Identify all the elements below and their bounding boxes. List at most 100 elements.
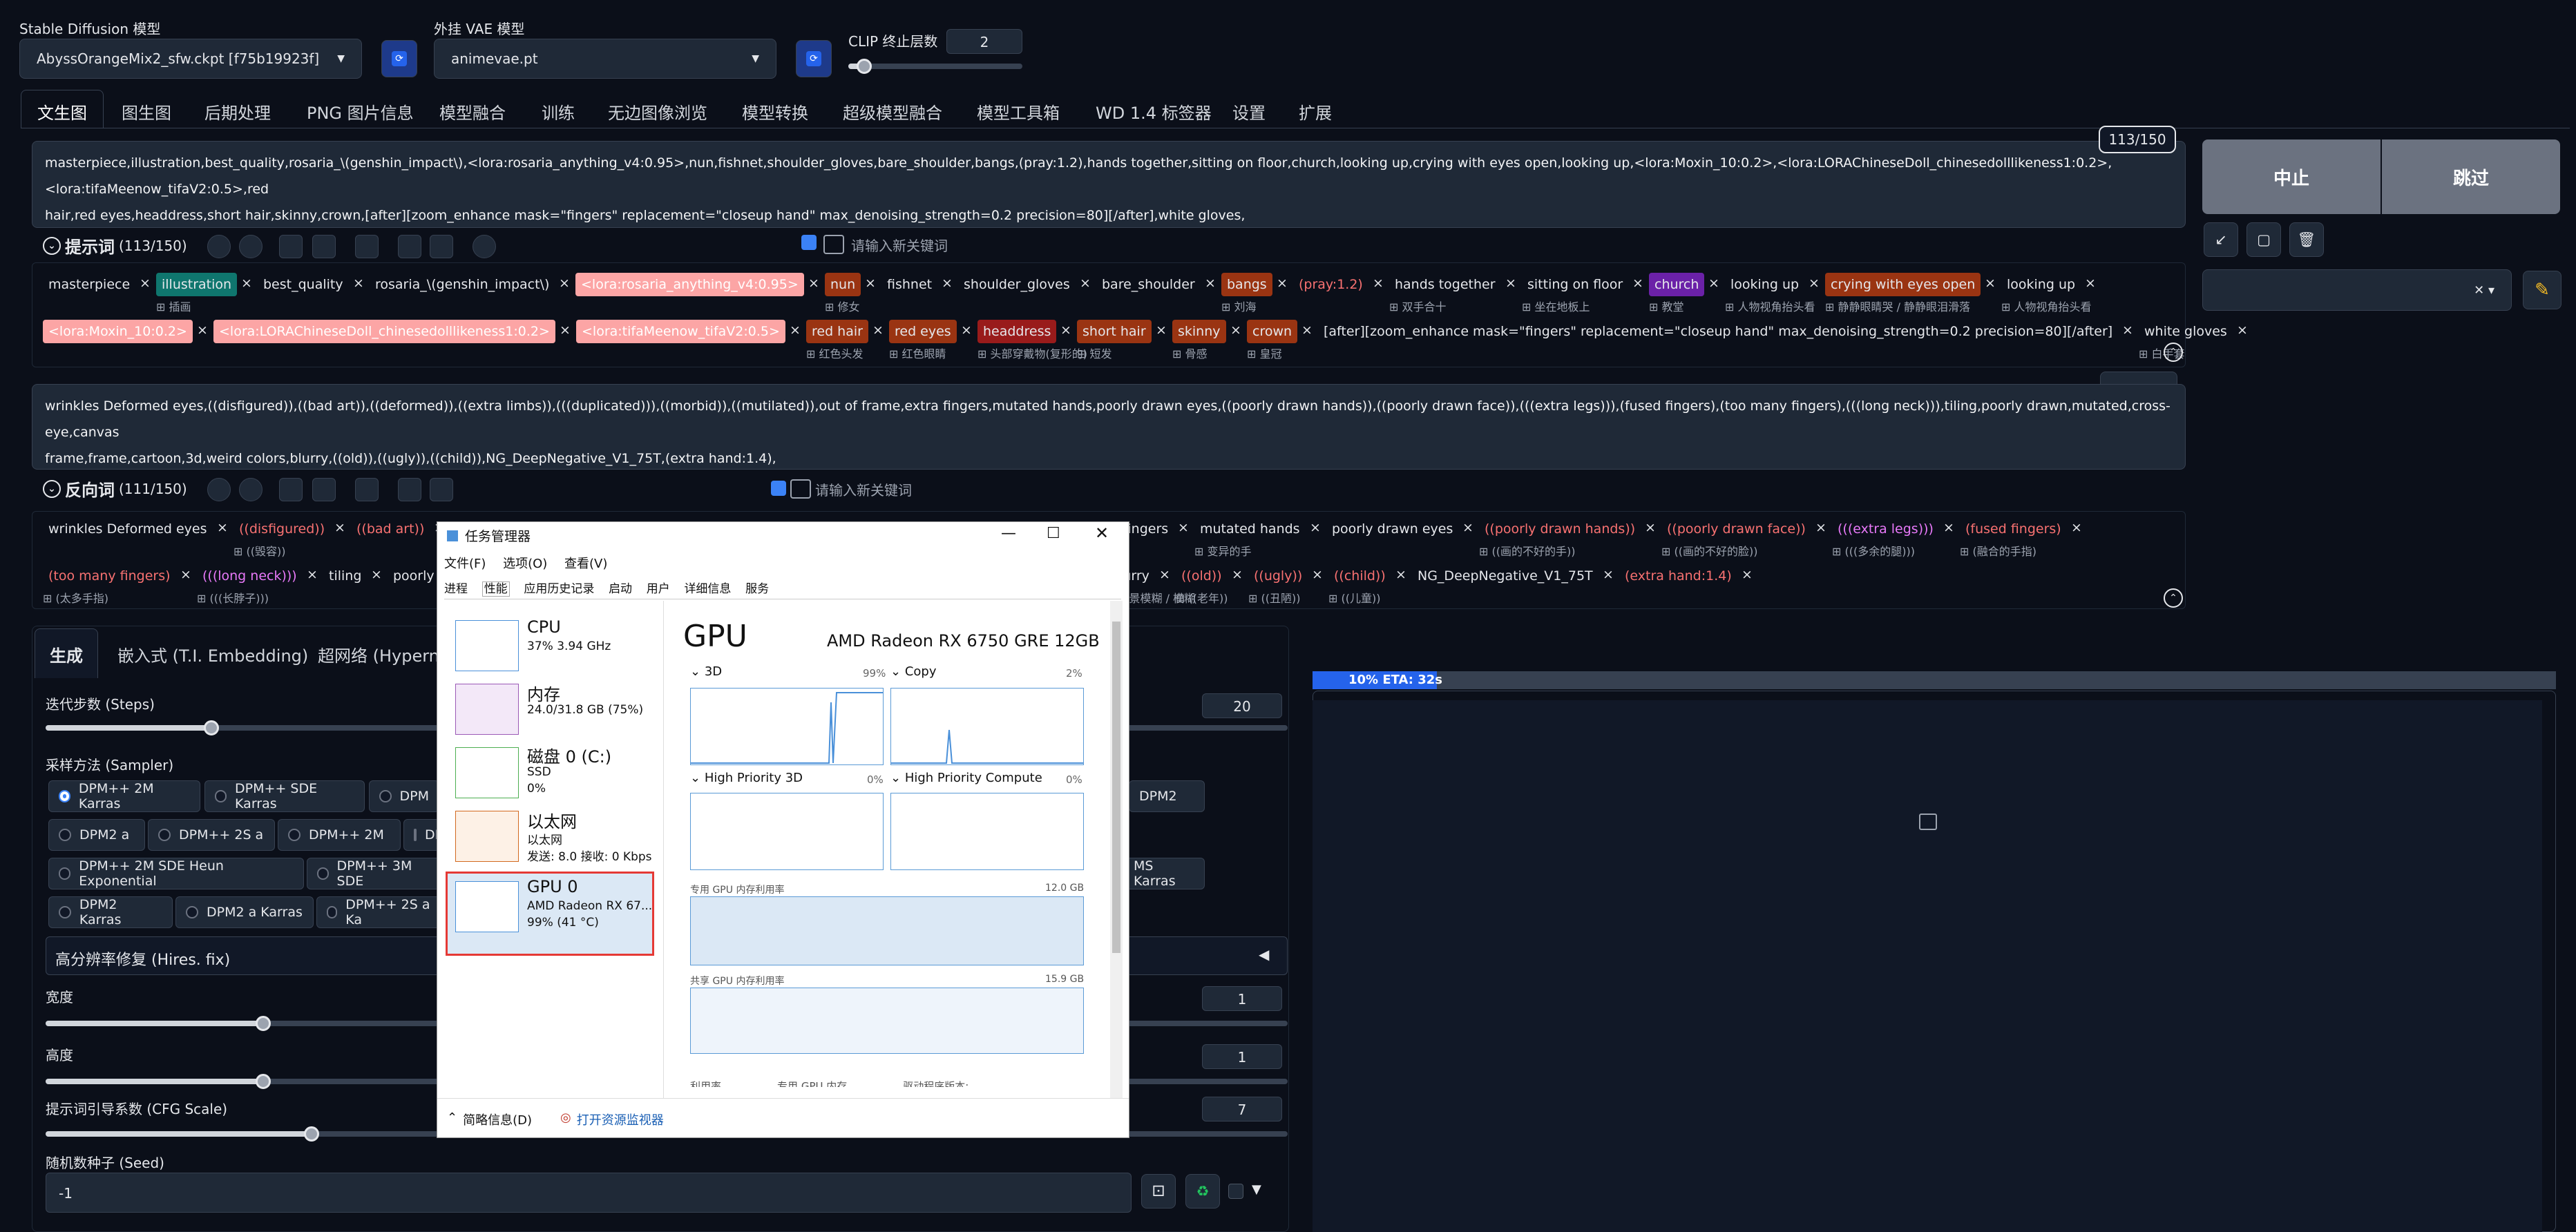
- clip-skip-input[interactable]: 2: [946, 29, 1022, 54]
- keyword-chip[interactable]: <lora:rosaria_anything_v4:0.95>: [575, 273, 804, 296]
- palette-icon[interactable]: [207, 478, 231, 501]
- keyword-chip[interactable]: church: [1649, 273, 1705, 296]
- collection-icon[interactable]: [355, 478, 379, 501]
- keyword-chip[interactable]: bare_shoulder: [1096, 273, 1201, 296]
- keyword-chip[interactable]: NG_DeepNegative_V1_75T: [1412, 564, 1599, 588]
- tm-scrollbar-thumb[interactable]: [1112, 622, 1120, 953]
- remove-chip-icon[interactable]: ×: [371, 567, 382, 582]
- steps-input[interactable]: 20: [1202, 693, 1282, 718]
- steps-knob[interactable]: [204, 720, 219, 735]
- keyword-chip[interactable]: wrinkles Deformed eyes: [43, 517, 213, 541]
- recycle-icon[interactable]: ♻: [1185, 1174, 1220, 1209]
- remove-chip-icon[interactable]: ×: [353, 276, 364, 291]
- settings-icon[interactable]: [473, 235, 496, 258]
- copy-icon[interactable]: [398, 235, 421, 258]
- remove-chip-icon[interactable]: ×: [140, 276, 151, 291]
- remove-chip-icon[interactable]: ×: [1815, 520, 1826, 535]
- tab-model-convert[interactable]: 模型转换: [742, 99, 808, 124]
- keyword-chip[interactable]: ((old)): [1176, 564, 1228, 588]
- height-input[interactable]: 1: [1202, 1044, 1282, 1069]
- remove-chip-icon[interactable]: ×: [1708, 276, 1719, 291]
- keyword-chip[interactable]: <lora:Moxin_10:0.2>: [43, 320, 193, 343]
- prompt-header[interactable]: ⌄ 提示词 (113/150): [43, 233, 187, 258]
- keyword-chip[interactable]: white gloves: [2139, 320, 2233, 343]
- keyword-chip[interactable]: sitting on floor: [1522, 273, 1628, 296]
- remove-chip-icon[interactable]: ×: [197, 323, 208, 338]
- tm-tab-app-history[interactable]: 应用历史记录: [524, 582, 594, 596]
- tab-settings[interactable]: 设置: [1232, 99, 1266, 124]
- remove-chip-icon[interactable]: ×: [1178, 520, 1189, 535]
- remove-chip-icon[interactable]: ×: [1301, 323, 1313, 338]
- remove-chip-icon[interactable]: ×: [1230, 323, 1241, 338]
- keyword-chip[interactable]: nun: [825, 273, 861, 296]
- keyword-chip[interactable]: (too many fingers): [43, 564, 176, 588]
- tm-tab-details[interactable]: 详细信息: [684, 582, 731, 596]
- keyword-chip[interactable]: looking up: [2001, 273, 2081, 296]
- refresh-model-button[interactable]: ⟳: [381, 40, 417, 77]
- keyword-chip[interactable]: ((poorly drawn face)): [1661, 517, 1811, 541]
- remove-chip-icon[interactable]: ×: [1277, 276, 1288, 291]
- tab-model-toolkit[interactable]: 模型工具箱: [977, 99, 1060, 124]
- neg-keyword-input[interactable]: 请输入新关键词: [815, 479, 1437, 499]
- tab-hypernetwork[interactable]: 超网络 (Hypernet: [318, 642, 456, 666]
- remove-chip-icon[interactable]: ×: [1310, 520, 1321, 535]
- vae-dropdown[interactable]: animevae.pt ▼: [434, 39, 776, 79]
- keyword-chip[interactable]: looking up: [1725, 273, 1804, 296]
- tab-txt2img[interactable]: 文生图: [37, 99, 87, 124]
- extra-seed-checkbox[interactable]: [1228, 1184, 1243, 1199]
- tab-wd14-tagger[interactable]: WD 1.4 标签器: [1096, 99, 1212, 124]
- remove-chip-icon[interactable]: ×: [180, 567, 191, 582]
- sd-model-dropdown[interactable]: AbyssOrangeMix2_sfw.ckpt [f75b19923f] ▼: [19, 39, 362, 79]
- remove-chip-icon[interactable]: ×: [872, 323, 884, 338]
- history-icon[interactable]: [279, 478, 303, 501]
- cpu-label[interactable]: CPU: [527, 617, 561, 637]
- tm-tab-users[interactable]: 用户: [647, 582, 670, 596]
- gear-icon[interactable]: [239, 478, 263, 501]
- keyword-chip[interactable]: hands together: [1389, 273, 1501, 296]
- width-input[interactable]: 1: [1202, 986, 1282, 1011]
- remove-chip-icon[interactable]: ×: [217, 520, 228, 535]
- seed-input[interactable]: -1: [46, 1173, 1132, 1213]
- remove-chip-icon[interactable]: ×: [1395, 567, 1406, 582]
- remove-chip-icon[interactable]: ×: [1312, 567, 1323, 582]
- width-knob[interactable]: [256, 1016, 271, 1031]
- arrow-icon[interactable]: ↙: [2204, 222, 2238, 257]
- remove-chip-icon[interactable]: ×: [808, 276, 819, 291]
- keyword-chip[interactable]: rosaria_\(genshin_impact\): [370, 273, 555, 296]
- tab-infinite-browser[interactable]: 无边图像浏览: [608, 99, 707, 124]
- cfg-input[interactable]: 7: [1202, 1097, 1282, 1122]
- remove-chip-icon[interactable]: ×: [2071, 520, 2082, 535]
- negative-textarea[interactable]: wrinkles Deformed eyes,((disfigured)),((…: [32, 384, 2186, 470]
- sampler-option[interactable]: DPM2 Karras: [48, 896, 173, 928]
- keyword-chip[interactable]: bangs: [1221, 273, 1272, 296]
- tab-img2img[interactable]: 图生图: [122, 99, 171, 124]
- keyword-chip[interactable]: (extra hand:1.4): [1619, 564, 1737, 588]
- remove-chip-icon[interactable]: ×: [1080, 276, 1091, 291]
- cfg-knob[interactable]: [304, 1126, 319, 1142]
- sampler-option[interactable]: DPM++ SDE Karras: [204, 780, 365, 812]
- remove-chip-icon[interactable]: ×: [1159, 567, 1170, 582]
- tm-tab-performance[interactable]: 性能: [481, 581, 510, 597]
- chevron-up-icon[interactable]: ⌃: [2164, 588, 2183, 608]
- memory-label[interactable]: 内存: [527, 681, 560, 705]
- keyword-chip[interactable]: (fused fingers): [1960, 517, 2067, 541]
- sampler-option[interactable]: DPM++ 2M: [278, 819, 401, 851]
- keyword-chip[interactable]: poorly drawn eyes: [1326, 517, 1458, 541]
- keyword-checkbox[interactable]: [801, 235, 817, 250]
- palette-icon[interactable]: [207, 235, 231, 258]
- keyword-chip[interactable]: (((long neck))): [197, 564, 303, 588]
- remove-chip-icon[interactable]: ×: [1632, 276, 1643, 291]
- tab-train[interactable]: 训练: [542, 99, 575, 124]
- tab-extensions[interactable]: 扩展: [1299, 99, 1332, 124]
- remove-chip-icon[interactable]: ×: [1060, 323, 1071, 338]
- tm-tab-processes[interactable]: 进程: [444, 582, 468, 596]
- tm-tab-services[interactable]: 服务: [745, 582, 769, 596]
- remove-chip-icon[interactable]: ×: [865, 276, 876, 291]
- keyword-chip[interactable]: ((poorly drawn hands)): [1479, 517, 1641, 541]
- interrupt-button[interactable]: 中止: [2202, 139, 2381, 214]
- remove-chip-icon[interactable]: ×: [1943, 520, 1954, 535]
- remove-chip-icon[interactable]: ×: [559, 276, 570, 291]
- maximize-icon[interactable]: ☐: [1047, 525, 1060, 542]
- remove-chip-icon[interactable]: ×: [1645, 520, 1656, 535]
- keyword-chip[interactable]: mutated hands: [1194, 517, 1306, 541]
